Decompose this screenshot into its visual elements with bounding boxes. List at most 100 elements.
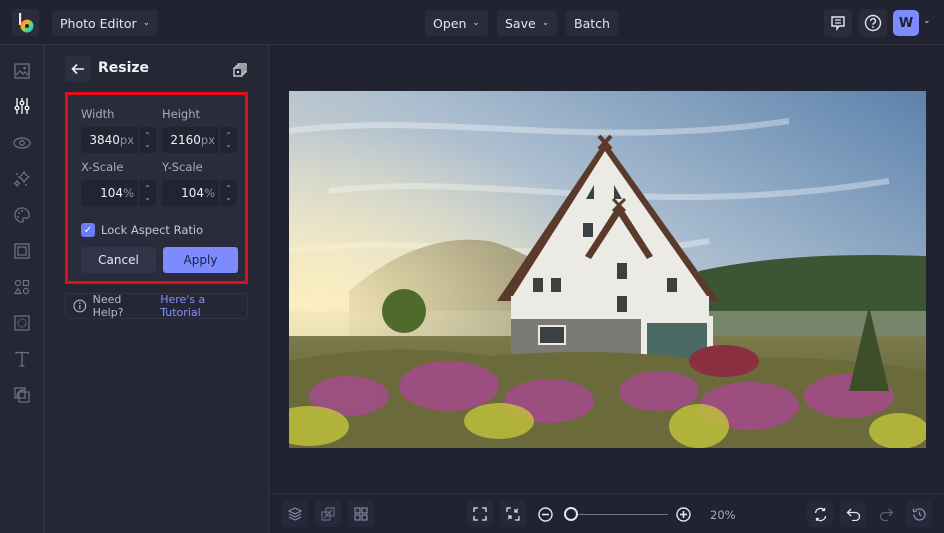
increment-icon[interactable]: ⌃ <box>225 184 232 193</box>
layers-button[interactable] <box>282 501 308 527</box>
grid-button[interactable] <box>348 501 374 527</box>
image-icon[interactable] <box>12 61 32 81</box>
xscale-value: 104 <box>100 186 124 200</box>
apply-button[interactable]: Apply <box>163 247 238 273</box>
help-button[interactable] <box>859 9 887 37</box>
zoom-slider-track[interactable] <box>578 514 668 515</box>
frame-icon[interactable] <box>12 241 32 261</box>
redo-icon <box>879 508 893 521</box>
width-label: Width <box>81 107 115 121</box>
open-label: Open <box>433 15 467 31</box>
chevron-down-icon[interactable]: ⌄ <box>923 16 931 26</box>
width-unit: px <box>119 133 134 147</box>
top-bar: Photo Editor ⌄ Open ⌄ Save ⌄ Batch W ⌄ <box>0 0 944 45</box>
increment-icon[interactable]: ⌃ <box>144 131 151 140</box>
height-label: Height <box>162 107 201 121</box>
bottom-toolbar: 20% <box>270 493 944 533</box>
resize-panel: Resize Width Height 3840 px ⌃ ⌄ 2160 px ⌃ ⌄ … <box>45 45 269 533</box>
back-button[interactable] <box>65 56 91 82</box>
yscale-value: 104 <box>181 186 205 200</box>
open-button[interactable]: Open ⌄ <box>425 10 488 36</box>
compare-button[interactable] <box>315 501 341 527</box>
batch-label: Batch <box>574 15 610 31</box>
height-stepper[interactable]: ⌃ ⌄ <box>219 127 237 153</box>
history-button[interactable] <box>906 501 932 527</box>
user-avatar[interactable]: W <box>893 10 919 36</box>
panel-title: Resize <box>98 60 150 76</box>
zoom-out-button[interactable] <box>538 507 553 526</box>
arrow-left-icon <box>71 63 84 75</box>
lock-aspect-label[interactable]: Lock Aspect Ratio <box>101 223 203 237</box>
lock-aspect-checkbox[interactable]: ✓ <box>81 223 95 237</box>
zoom-out-icon <box>538 507 553 522</box>
help-text: Need Help? <box>92 293 124 319</box>
compare-icon <box>321 507 335 521</box>
decrement-icon[interactable]: ⌄ <box>225 193 232 202</box>
chevron-down-icon: ⌄ <box>472 18 480 28</box>
zoom-in-button[interactable] <box>676 507 691 526</box>
shrink-icon <box>506 507 520 521</box>
feedback-button[interactable] <box>824 9 852 37</box>
layers-icon <box>288 507 302 521</box>
zoom-level: 20% <box>710 508 736 522</box>
yscale-field[interactable]: 104% ⌃ ⌄ <box>162 180 237 206</box>
history-icon <box>912 507 926 521</box>
fit-screen-button[interactable] <box>467 501 493 527</box>
photo-canvas[interactable] <box>289 91 926 448</box>
xscale-stepper[interactable]: ⌃ ⌄ <box>138 180 156 206</box>
feedback-icon <box>831 16 845 31</box>
width-field[interactable]: 3840 px ⌃ ⌄ <box>81 127 156 153</box>
actual-size-button[interactable] <box>500 501 526 527</box>
reset-button[interactable] <box>807 501 833 527</box>
tutorial-link[interactable]: Here's a Tutorial <box>160 293 247 319</box>
save-button[interactable]: Save ⌄ <box>497 10 558 36</box>
resize-settings-highlight: Width Height 3840 px ⌃ ⌄ 2160 px ⌃ ⌄ X-Scale… <box>65 92 248 284</box>
increment-icon[interactable]: ⌃ <box>225 131 232 140</box>
increment-icon[interactable]: ⌃ <box>144 184 151 193</box>
expand-icon <box>473 507 487 521</box>
zoom-slider-handle[interactable] <box>564 507 578 521</box>
height-value: 2160 <box>170 133 201 147</box>
app-menu-button[interactable]: Photo Editor ⌄ <box>52 10 159 36</box>
decrement-icon[interactable]: ⌄ <box>144 140 151 149</box>
chevron-down-icon: ⌄ <box>541 18 550 28</box>
height-unit: px <box>200 133 215 147</box>
chevron-down-icon: ⌄ <box>142 18 151 28</box>
checkmark-icon: ✓ <box>83 224 93 236</box>
help-box: Need Help? Here's a Tutorial <box>65 293 248 319</box>
batch-button[interactable]: Batch <box>566 10 618 36</box>
text-icon[interactable] <box>12 349 32 369</box>
app-logo[interactable] <box>12 9 39 36</box>
overlay-icon[interactable] <box>12 385 32 405</box>
xscale-label: X-Scale <box>81 160 124 174</box>
width-value: 3840 <box>89 133 120 147</box>
decrement-icon[interactable]: ⌄ <box>144 193 151 202</box>
texture-icon[interactable] <box>12 313 32 333</box>
height-field[interactable]: 2160 px ⌃ ⌄ <box>162 127 237 153</box>
cancel-button[interactable]: Cancel <box>81 247 156 273</box>
app-menu-label: Photo Editor <box>60 15 137 31</box>
zoom-in-icon <box>676 507 691 522</box>
xscale-field[interactable]: 104% ⌃ ⌄ <box>81 180 156 206</box>
palette-icon[interactable] <box>12 205 32 225</box>
logo-icon <box>18 12 33 32</box>
duplicate-icon <box>233 63 247 77</box>
help-icon <box>864 14 882 32</box>
redo-button[interactable] <box>873 501 899 527</box>
tool-rail <box>0 45 43 533</box>
decrement-icon[interactable]: ⌄ <box>225 140 232 149</box>
duplicate-button[interactable] <box>233 62 247 81</box>
eye-icon[interactable] <box>12 133 32 153</box>
shapes-icon[interactable] <box>12 277 32 297</box>
yscale-unit: % <box>204 186 215 200</box>
width-stepper[interactable]: ⌃ ⌄ <box>138 127 156 153</box>
canvas-area <box>270 45 944 493</box>
yscale-label: Y-Scale <box>162 160 203 174</box>
sparkles-icon[interactable] <box>12 169 32 189</box>
yscale-stepper[interactable]: ⌃ ⌄ <box>219 180 237 206</box>
adjustments-icon[interactable] <box>12 96 32 116</box>
undo-icon <box>846 508 860 521</box>
landscape-photo <box>289 91 926 448</box>
xscale-unit: % <box>123 186 134 200</box>
undo-button[interactable] <box>840 501 866 527</box>
